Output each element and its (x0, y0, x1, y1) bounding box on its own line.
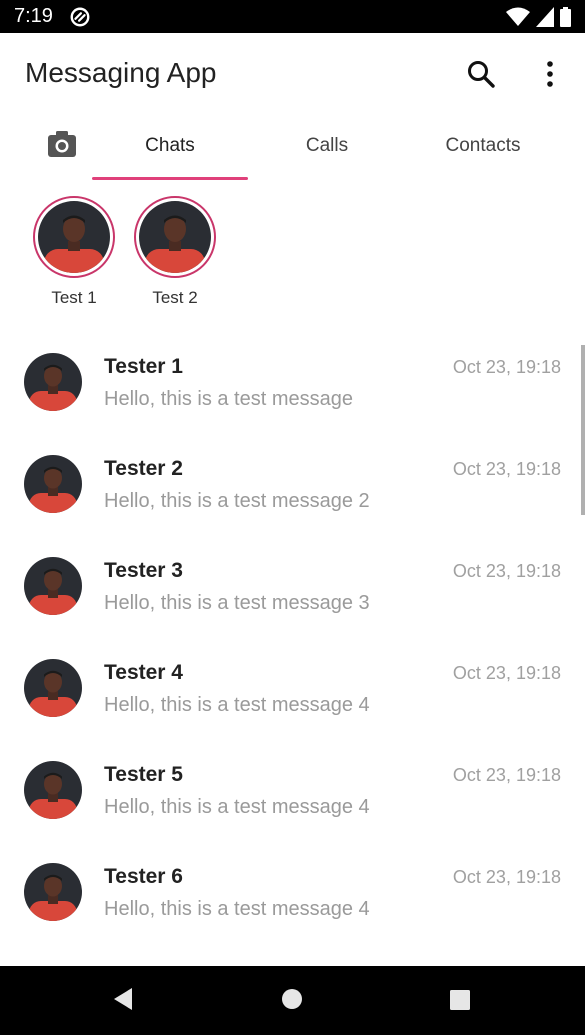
chat-timestamp: Oct 23, 19:18 (452, 459, 561, 479)
search-icon[interactable] (466, 59, 496, 89)
status-bar: 7:19 (0, 0, 585, 33)
app-title: Messaging App (25, 57, 217, 88)
home-icon[interactable] (281, 988, 303, 1010)
chat-contact-name: Tester 2 (104, 457, 183, 480)
more-vert-icon[interactable] (538, 59, 562, 89)
chat-list-item[interactable]: Tester 5 Hello, this is a test message 4… (0, 753, 585, 855)
battery-icon (560, 6, 571, 27)
signal-icon (536, 6, 554, 27)
status-time: 7:19 (14, 5, 53, 27)
avatar (24, 557, 82, 615)
chat-timestamp: Oct 23, 19:18 (452, 357, 561, 377)
chat-list: Tester 1 Hello, this is a test message O… (0, 345, 585, 966)
story-ring (33, 196, 115, 278)
chat-timestamp: Oct 23, 19:18 (452, 663, 561, 683)
app-bar: Messaging App (0, 33, 585, 115)
story-label: Test 2 (152, 288, 198, 307)
chat-contact-name: Tester 6 (104, 865, 183, 888)
wifi-icon (506, 7, 530, 26)
chat-last-message: Hello, this is a test message 3 (104, 592, 370, 614)
tab-contacts[interactable]: Contacts (405, 135, 561, 157)
avatar (38, 201, 110, 273)
chat-list-item[interactable]: Tester 6 Hello, this is a test message 4… (0, 855, 585, 957)
chat-timestamp: Oct 23, 19:18 (452, 765, 561, 785)
story-label: Test 1 (51, 288, 97, 307)
back-icon[interactable] (112, 986, 134, 1012)
chat-timestamp: Oct 23, 19:18 (452, 867, 561, 887)
system-nav-bar (0, 966, 585, 1035)
chat-last-message: Hello, this is a test message (104, 388, 353, 410)
avatar (24, 455, 82, 513)
status-icons (506, 6, 571, 27)
chat-last-message: Hello, this is a test message 2 (104, 490, 370, 512)
active-tab-indicator (92, 177, 248, 180)
chat-contact-name: Tester 4 (104, 661, 183, 684)
tab-bar: Chats Calls Contacts (0, 115, 585, 181)
chat-list-item[interactable]: Tester 1 Hello, this is a test message O… (0, 345, 585, 447)
tab-chats[interactable]: Chats (92, 135, 248, 157)
camera-icon[interactable] (40, 127, 84, 163)
chat-last-message: Hello, this is a test message 4 (104, 796, 370, 818)
avatar (139, 201, 211, 273)
avatar (24, 863, 82, 921)
chat-contact-name: Tester 5 (104, 763, 183, 786)
story-ring (134, 196, 216, 278)
chat-last-message: Hello, this is a test message 4 (104, 898, 370, 920)
avatar (24, 659, 82, 717)
stories-row: Test 1 Test 2 (0, 196, 585, 316)
scrollbar[interactable] (581, 345, 585, 515)
tab-calls[interactable]: Calls (249, 135, 405, 157)
avatar (24, 353, 82, 411)
app-notification-icon (70, 7, 90, 26)
story-item[interactable]: Test 2 (131, 196, 219, 308)
avatar (24, 761, 82, 819)
chat-list-item[interactable]: Tester 2 Hello, this is a test message 2… (0, 447, 585, 549)
recents-icon[interactable] (449, 989, 471, 1011)
chat-contact-name: Tester 3 (104, 559, 183, 582)
chat-list-item[interactable]: Tester 4 Hello, this is a test message 4… (0, 651, 585, 753)
chat-contact-name: Tester 1 (104, 355, 183, 378)
chat-timestamp: Oct 23, 19:18 (452, 561, 561, 581)
chat-last-message: Hello, this is a test message 4 (104, 694, 370, 716)
chat-list-item[interactable]: Tester 3 Hello, this is a test message 3… (0, 549, 585, 651)
story-item[interactable]: Test 1 (30, 196, 118, 308)
